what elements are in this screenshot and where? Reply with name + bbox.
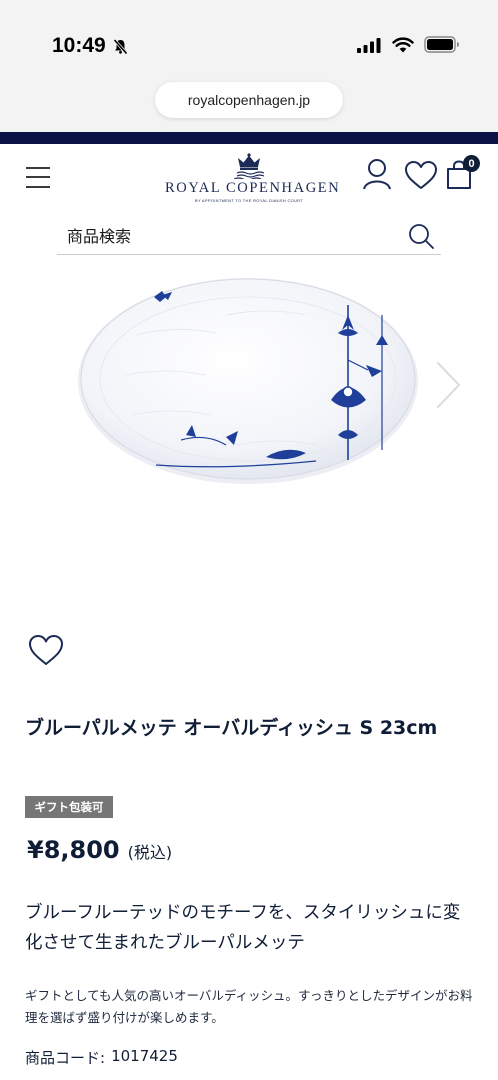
search-input[interactable] (67, 224, 387, 248)
hamburger-menu-icon[interactable] (26, 166, 52, 190)
gift-wrap-badge: ギフト包装可 (25, 796, 113, 818)
product-title: ブルーパルメッテ オーバルディッシュ S 23cm (25, 717, 438, 739)
silent-bell-icon (113, 38, 128, 54)
brand-logo[interactable]: ROYAL COPENHAGEN BY APPOINTMENT TO THE R… (165, 153, 341, 205)
product-code-label: 商品コード: (25, 1049, 106, 1067)
search-bar (57, 218, 441, 255)
product-image[interactable] (76, 275, 426, 490)
product-description: ギフトとしても人気の高いオーバルディッシュ。すっきりとしたデザインがお料理を選ば… (25, 988, 473, 1025)
price-row: ¥8,800 (税込) (27, 836, 172, 864)
url-bar[interactable]: royalcopenhagen.jp (155, 82, 343, 118)
url-text: royalcopenhagen.jp (187, 92, 311, 108)
search-icon[interactable] (407, 222, 435, 250)
wifi-icon (392, 37, 414, 52)
time-label: 10:49 (52, 34, 106, 57)
account-icon[interactable] (362, 158, 392, 190)
product-code: 商品コード: 1017425 (25, 1047, 178, 1068)
next-image-arrow-icon[interactable] (432, 360, 464, 410)
signal-icon (357, 37, 381, 53)
top-accent-bar (0, 132, 498, 144)
status-time: 10:49 (52, 34, 129, 58)
brand-tagline: BY APPOINTMENT TO THE ROYAL DANISH COURT (194, 198, 304, 203)
favorite-heart-icon[interactable] (28, 634, 64, 666)
brand-name: ROYAL COPENHAGEN (165, 180, 341, 196)
crown-logo-icon (234, 153, 264, 179)
system-icons (357, 36, 460, 53)
battery-icon (424, 36, 459, 53)
product-price: ¥8,800 (27, 836, 120, 864)
tax-note: (税込) (127, 843, 173, 862)
status-bar: 10:49 (0, 0, 498, 80)
wishlist-heart-icon[interactable] (404, 160, 438, 190)
product-catch-copy: ブルーフルーテッドのモチーフを、スタイリッシュに変化させて生まれたブルーパルメッ… (25, 903, 461, 953)
cart-count-badge: 0 (463, 155, 480, 172)
product-code-value: 1017425 (111, 1047, 178, 1065)
